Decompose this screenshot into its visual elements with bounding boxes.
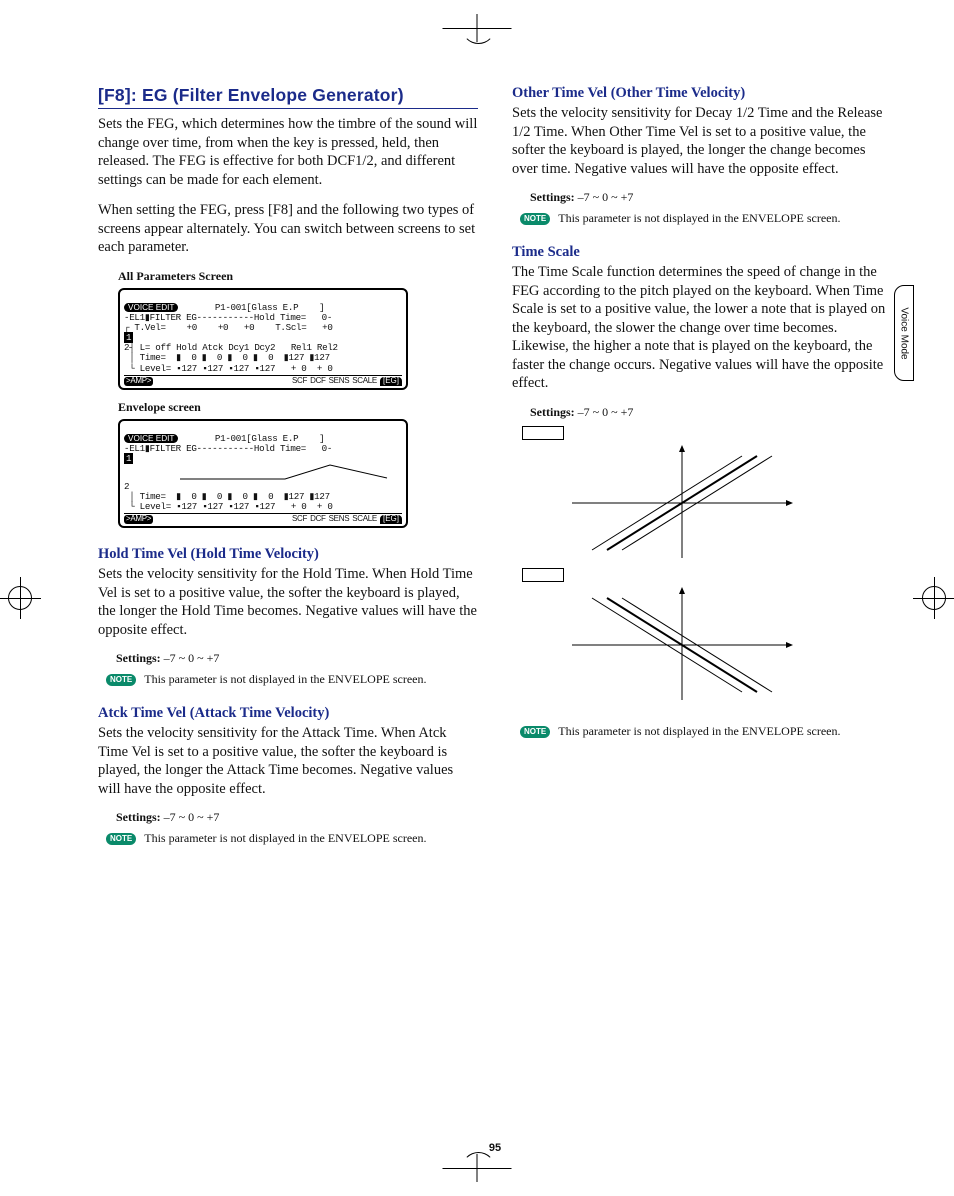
note-icon: NOTE bbox=[106, 833, 136, 845]
lcd-caption-envelope: Envelope screen bbox=[118, 400, 478, 415]
right-column: Other Time Vel (Other Time Velocity) Set… bbox=[512, 85, 892, 1118]
note-tscale: NOTE This parameter is not displayed in … bbox=[520, 724, 892, 739]
param-settings-tscale: Settings: –7 ~ 0 ~ +7 bbox=[530, 405, 892, 420]
param-body-atck: Sets the velocity sensitivity for the At… bbox=[98, 724, 478, 798]
note-atck: NOTE This parameter is not displayed in … bbox=[106, 831, 478, 846]
lcd-all-parameters: VOICE EDIT P1-001[Glass E.P ] -EL1▮FILTE… bbox=[118, 288, 408, 390]
param-settings-other: Settings: –7 ~ 0 ~ +7 bbox=[530, 190, 892, 205]
param-title-other: Other Time Vel (Other Time Velocity) bbox=[512, 85, 892, 102]
param-body-tscale: The Time Scale function determines the s… bbox=[512, 263, 892, 393]
side-tab-voice-mode: Voice Mode bbox=[894, 285, 914, 381]
lcd-title-chip: VOICE EDIT bbox=[124, 303, 178, 312]
time-scale-figure bbox=[522, 426, 822, 710]
param-body-hold: Sets the velocity sensitivity for the Ho… bbox=[98, 565, 478, 639]
page-number: 95 bbox=[489, 1142, 501, 1154]
param-settings-hold: Settings: –7 ~ 0 ~ +7 bbox=[116, 651, 478, 666]
note-icon: NOTE bbox=[520, 726, 550, 738]
lcd-caption-all-params: All Parameters Screen bbox=[118, 269, 478, 284]
crop-mark-bottom bbox=[443, 1154, 512, 1182]
crop-mark-top bbox=[443, 14, 512, 42]
param-title-atck: Atck Time Vel (Attack Time Velocity) bbox=[98, 705, 478, 722]
lcd-envelope: VOICE EDIT P1-001[Glass E.P ] -EL1▮FILTE… bbox=[118, 419, 408, 529]
ts-graph-2 bbox=[522, 580, 822, 710]
note-icon: NOTE bbox=[106, 674, 136, 686]
param-settings-atck: Settings: –7 ~ 0 ~ +7 bbox=[116, 810, 478, 825]
param-title-hold: Hold Time Vel (Hold Time Velocity) bbox=[98, 546, 478, 563]
note-icon: NOTE bbox=[520, 213, 550, 225]
param-body-other: Sets the velocity sensitivity for Decay … bbox=[512, 104, 892, 178]
intro-paragraph-1: Sets the FEG, which determines how the t… bbox=[98, 115, 478, 189]
note-other: NOTE This parameter is not displayed in … bbox=[520, 211, 892, 226]
envelope-curve-icon bbox=[180, 464, 390, 482]
note-hold: NOTE This parameter is not displayed in … bbox=[106, 672, 478, 687]
lcd-title-chip: VOICE EDIT bbox=[124, 434, 178, 443]
intro-paragraph-2: When setting the FEG, press [F8] and the… bbox=[98, 201, 478, 257]
registration-mark-left bbox=[8, 586, 32, 610]
registration-mark-right bbox=[922, 586, 946, 610]
section-title: [F8]: EG (Filter Envelope Generator) bbox=[98, 85, 478, 109]
param-title-tscale: Time Scale bbox=[512, 244, 892, 261]
page-content: [F8]: EG (Filter Envelope Generator) Set… bbox=[98, 85, 892, 1118]
ts-graph-1 bbox=[522, 438, 822, 568]
left-column: [F8]: EG (Filter Envelope Generator) Set… bbox=[98, 85, 478, 1118]
